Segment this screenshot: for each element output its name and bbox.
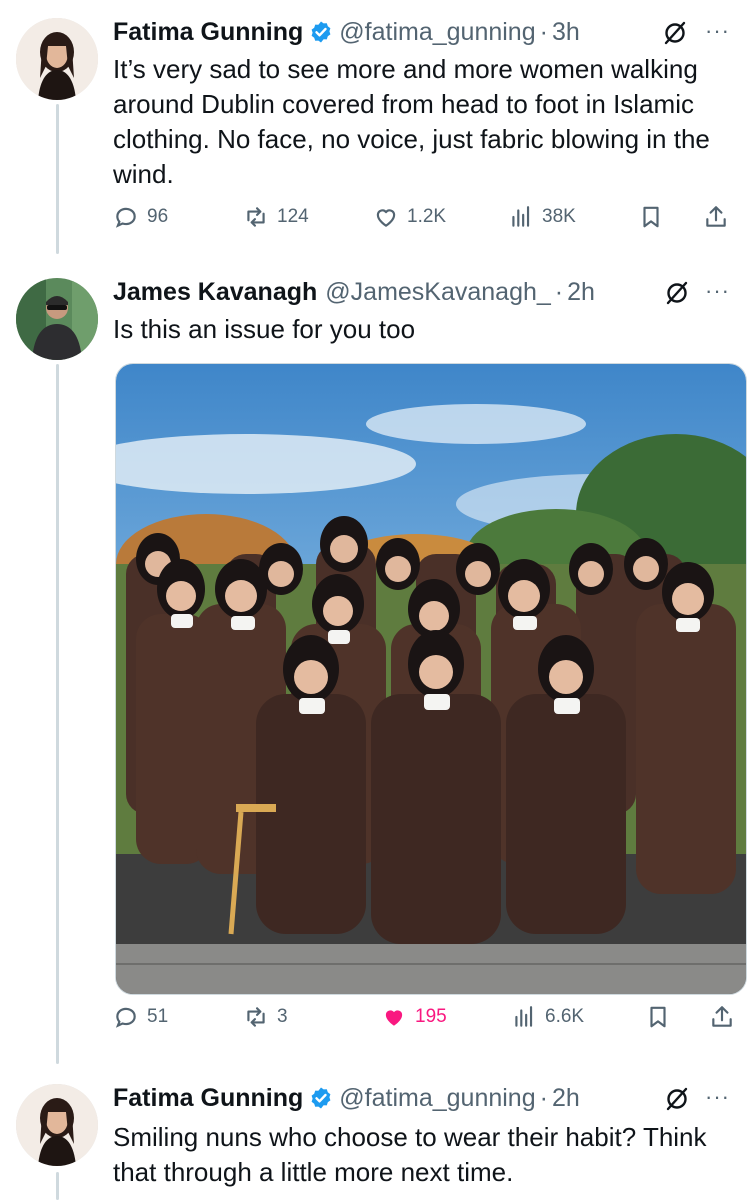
share-icon — [706, 206, 726, 227]
share-button[interactable] — [703, 204, 729, 230]
separator: · — [554, 277, 564, 306]
avatar[interactable] — [16, 1084, 98, 1166]
tweet[interactable]: Fatima Gunning @fatima_gunning · 2h ··· … — [0, 1068, 752, 1200]
grok-icon[interactable] — [664, 1086, 690, 1112]
tweet-text: It’s very sad to see more and more women… — [113, 54, 710, 189]
repost-button[interactable]: 3 — [243, 1004, 288, 1030]
grok-icon[interactable] — [664, 280, 690, 306]
repost-count: 124 — [277, 206, 309, 227]
views-count: 38K — [542, 206, 576, 227]
share-icon — [712, 1006, 732, 1027]
bookmark-button[interactable] — [645, 1004, 671, 1030]
separator: · — [539, 17, 548, 46]
repost-icon — [247, 207, 265, 227]
tweet-photo[interactable] — [115, 363, 747, 995]
verified-badge-icon — [311, 1087, 331, 1109]
repost-icon — [247, 1007, 265, 1027]
more-icon[interactable]: ··· — [705, 18, 730, 44]
views-count: 6.6K — [545, 1006, 585, 1027]
author-name[interactable]: Fatima Gunning — [113, 1084, 303, 1113]
tweet-text: Smiling nuns who choose to wear their ha… — [113, 1122, 707, 1187]
grok-icon[interactable] — [662, 20, 688, 46]
timestamp[interactable]: 2h — [552, 1084, 580, 1113]
share-button[interactable] — [709, 1004, 735, 1030]
avatar[interactable] — [16, 18, 98, 100]
views-icon — [515, 1006, 533, 1027]
repost-button[interactable]: 124 — [243, 204, 309, 230]
verified-badge-icon — [311, 21, 331, 43]
author-handle[interactable]: @fatima_gunning — [339, 1084, 535, 1113]
more-icon[interactable]: ··· — [705, 278, 730, 304]
bookmark-icon — [643, 206, 659, 228]
like-count: 1.2K — [407, 206, 447, 227]
more-icon[interactable]: ··· — [705, 1084, 730, 1110]
author-handle[interactable]: @JamesKavanagh_ — [325, 278, 551, 307]
views-button[interactable]: 38K — [508, 204, 576, 230]
like-icon — [385, 1010, 403, 1026]
like-count: 195 — [415, 1006, 447, 1027]
avatar[interactable] — [16, 278, 98, 360]
reply-icon — [115, 207, 136, 228]
views-button[interactable]: 6.6K — [511, 1004, 584, 1030]
reply-button[interactable]: 96 — [113, 204, 168, 230]
reply-count: 96 — [147, 206, 169, 227]
repost-count: 3 — [277, 1006, 288, 1027]
timestamp[interactable]: 3h — [552, 18, 580, 47]
like-button[interactable]: 195 — [381, 1004, 447, 1030]
author-name[interactable]: Fatima Gunning — [113, 18, 303, 47]
author-name[interactable]: James Kavanagh — [113, 278, 317, 307]
reply-button[interactable]: 51 — [113, 1004, 168, 1030]
tweet[interactable]: James Kavanagh @JamesKavanagh_ · 2h ··· … — [0, 262, 752, 1068]
timestamp[interactable]: 2h — [567, 278, 595, 307]
bookmark-icon — [650, 1006, 666, 1028]
separator: · — [539, 1083, 548, 1112]
author-handle[interactable]: @fatima_gunning — [339, 18, 535, 47]
like-button[interactable]: 1.2K — [373, 204, 446, 230]
reply-count: 51 — [147, 1006, 169, 1027]
views-icon — [512, 206, 530, 227]
like-icon — [376, 209, 396, 227]
tweet[interactable]: Fatima Gunning @fatima_gunning · 3h ··· … — [0, 0, 752, 262]
tweet-text: Is this an issue for you too — [113, 314, 416, 344]
reply-icon — [115, 1007, 136, 1028]
bookmark-button[interactable] — [638, 204, 664, 230]
